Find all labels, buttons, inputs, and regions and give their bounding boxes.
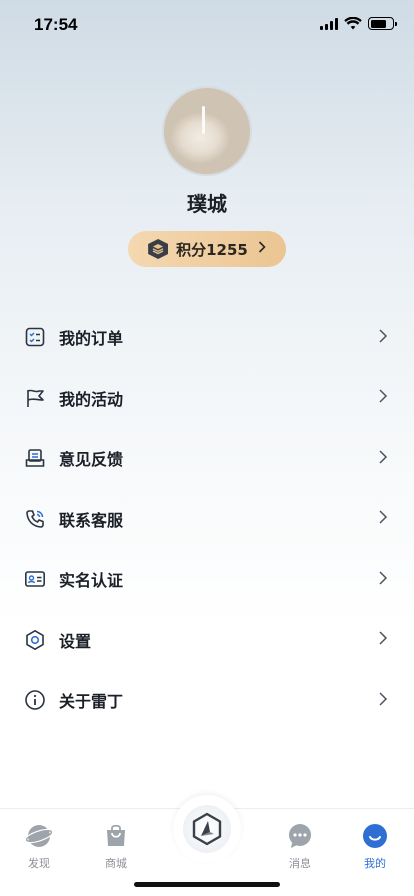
status-icons xyxy=(320,17,397,30)
menu-item-label: 关于雷丁 xyxy=(59,692,124,712)
profile-name: 璞城 xyxy=(187,192,227,216)
chevron-right-icon xyxy=(378,509,388,528)
menu-item-label: 我的活动 xyxy=(59,389,124,409)
chevron-right-icon xyxy=(378,328,388,347)
menu-item-customer-service[interactable]: 联系客服 xyxy=(0,489,414,550)
cellular-signal-icon xyxy=(320,17,338,30)
id-card-icon xyxy=(24,568,46,590)
profile-header: 璞城 积分1255 xyxy=(0,86,414,267)
chevron-right-icon xyxy=(258,241,266,257)
profile-smile-icon xyxy=(363,824,387,848)
points-button[interactable]: 积分1255 xyxy=(128,231,286,267)
menu-item-orders[interactable]: 我的订单 xyxy=(0,307,414,368)
tab-label: 发现 xyxy=(28,857,50,870)
home-indicator xyxy=(134,882,280,887)
settings-icon xyxy=(24,629,46,651)
message-icon xyxy=(289,824,311,848)
chevron-right-icon xyxy=(378,630,388,649)
tab-label: 消息 xyxy=(289,857,311,870)
status-bar: 17:54 xyxy=(0,0,414,50)
menu-item-settings[interactable]: 设置 xyxy=(0,610,414,671)
brand-logo-icon xyxy=(183,805,231,853)
tab-label: 商城 xyxy=(105,857,127,870)
wifi-icon xyxy=(344,17,362,30)
feedback-icon xyxy=(24,447,46,469)
menu-item-activities[interactable]: 我的活动 xyxy=(0,368,414,429)
shop-bag-icon xyxy=(107,824,125,846)
tab-messages[interactable]: 消息 xyxy=(275,823,325,871)
battery-icon xyxy=(368,17,397,30)
menu-item-label: 意见反馈 xyxy=(59,450,124,470)
tab-discover[interactable]: 发现 xyxy=(14,823,64,871)
points-coin-icon xyxy=(148,239,169,259)
tab-shop[interactable]: 商城 xyxy=(91,823,141,871)
chevron-right-icon xyxy=(378,388,388,407)
points-label: 积分1255 xyxy=(176,240,248,259)
order-list-icon xyxy=(24,326,46,348)
menu-item-feedback[interactable]: 意见反馈 xyxy=(0,428,414,489)
discover-icon xyxy=(25,825,53,847)
menu-item-label: 我的订单 xyxy=(59,329,124,349)
chevron-right-icon xyxy=(378,449,388,468)
status-time: 17:54 xyxy=(34,15,78,34)
tab-mine[interactable]: 我的 xyxy=(350,823,400,871)
flag-icon xyxy=(24,387,46,409)
phone-icon xyxy=(24,508,46,530)
menu-item-label: 联系客服 xyxy=(59,510,124,530)
chevron-right-icon xyxy=(378,691,388,710)
bottom-tab-bar: 发现 商城 消息 我的 xyxy=(0,795,414,896)
menu-item-about[interactable]: 关于雷丁 xyxy=(0,670,414,731)
avatar[interactable] xyxy=(162,86,252,176)
chevron-right-icon xyxy=(378,570,388,589)
menu-list: 我的订单 我的活动 意见反馈 联系客服 实名认证 设置 关于雷丁 xyxy=(0,307,414,731)
tab-center-home[interactable] xyxy=(173,795,241,863)
menu-item-label: 实名认证 xyxy=(59,571,124,591)
tab-label: 我的 xyxy=(364,857,386,870)
menu-item-label: 设置 xyxy=(59,631,92,651)
menu-item-real-name-verification[interactable]: 实名认证 xyxy=(0,549,414,610)
info-icon xyxy=(24,689,46,711)
